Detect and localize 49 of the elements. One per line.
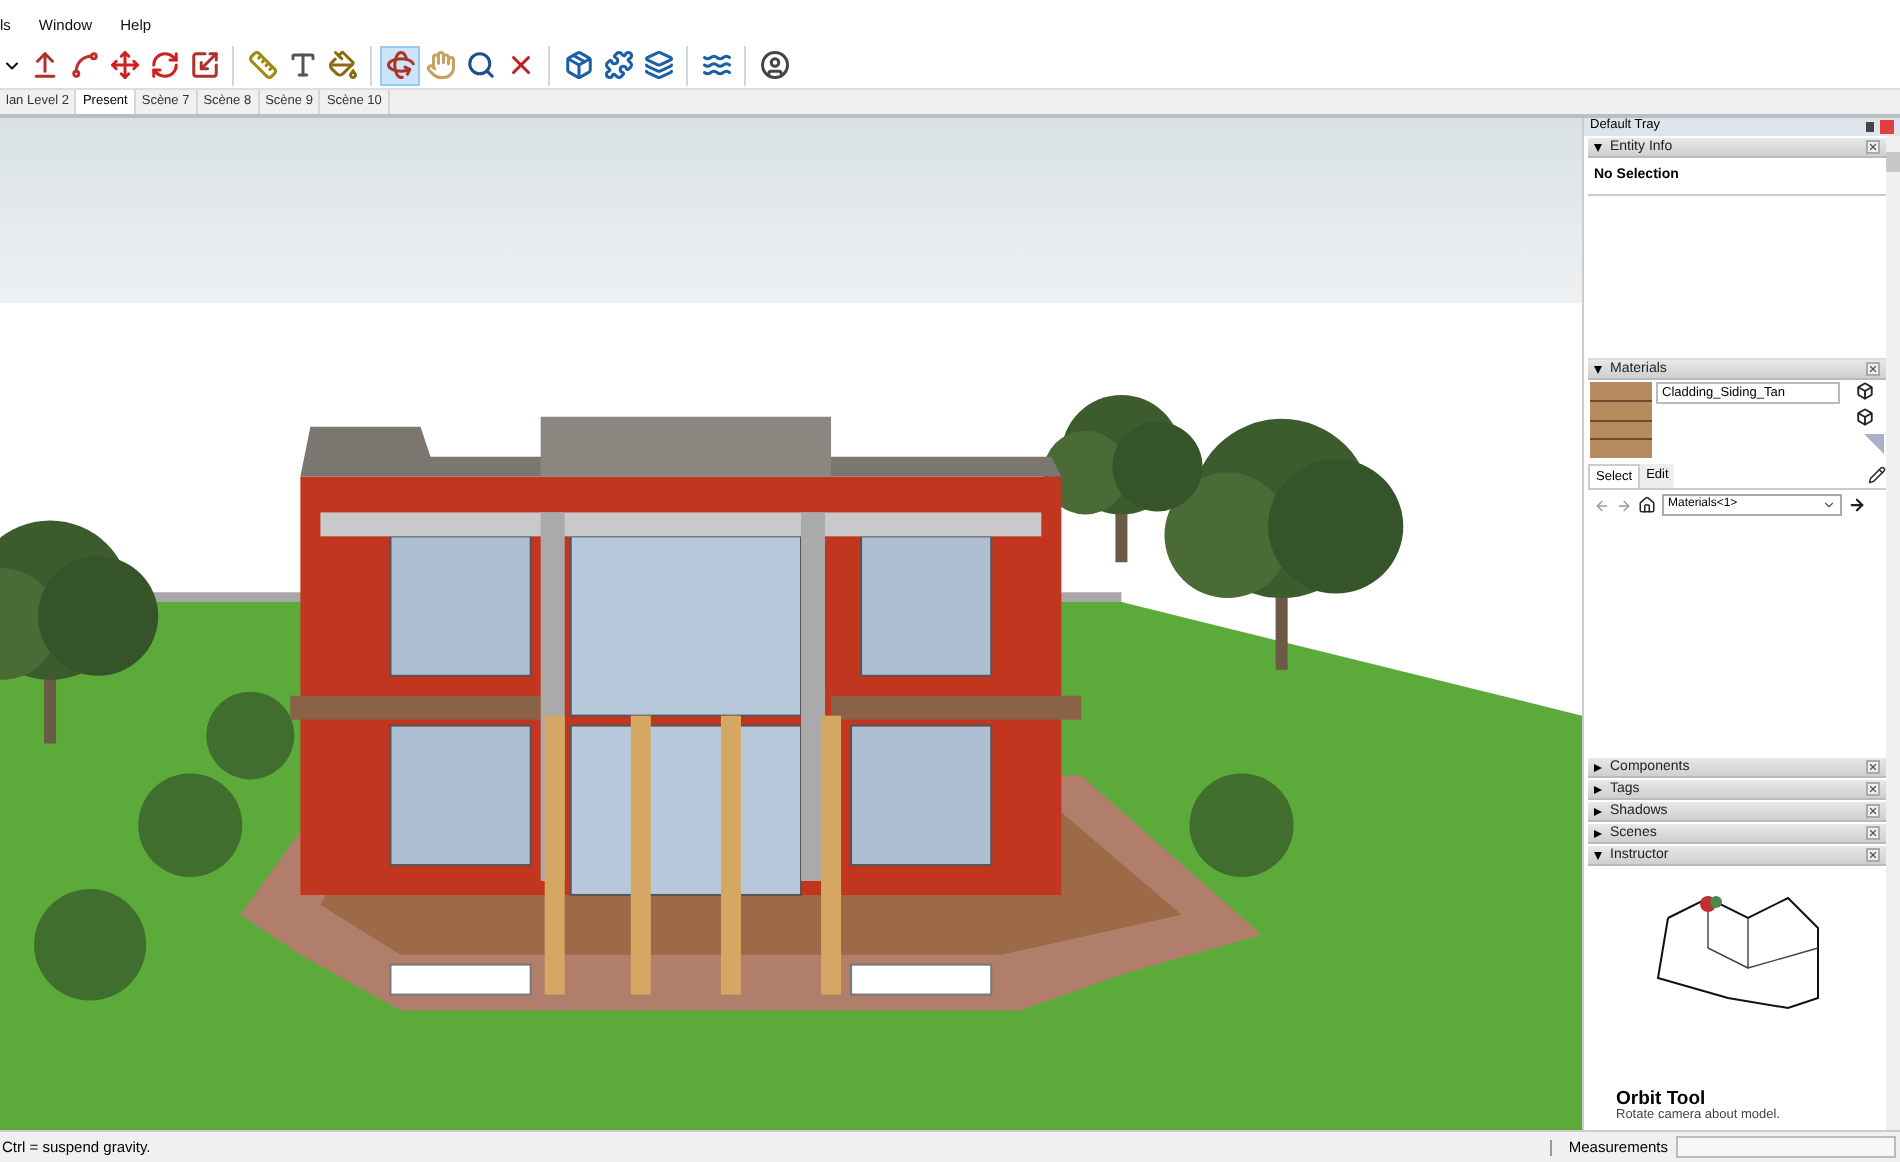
text-icon (287, 50, 317, 80)
close-icon (1868, 142, 1878, 152)
expanded-arrow-icon (1594, 365, 1602, 373)
collapsed-arrow-icon (1594, 763, 1602, 771)
package-icon (563, 50, 593, 80)
measurements-field[interactable] (1676, 1136, 1896, 1158)
push-pull-icon (29, 50, 59, 80)
close-icon (1868, 806, 1878, 816)
waves-icon (701, 50, 731, 80)
collapsed-arrow-icon (1594, 807, 1602, 815)
tool-title: Orbit Tool (1616, 1090, 1706, 1109)
scale-icon (189, 50, 219, 80)
close-button[interactable] (1866, 760, 1880, 774)
layers-icon (643, 50, 673, 80)
house-scene-drawing[interactable] (0, 118, 1582, 1130)
collapsed-arrow-icon (1594, 829, 1602, 837)
collapsed-arrow-icon (1594, 785, 1602, 793)
close-button[interactable] (1866, 362, 1880, 376)
back-icon[interactable] (1594, 497, 1610, 513)
paint-bucket-icon (327, 50, 357, 80)
scrollbar[interactable] (1886, 136, 1900, 1130)
expanded-arrow-icon (1594, 851, 1602, 859)
move-icon (109, 50, 139, 80)
close-icon (1868, 784, 1878, 794)
close-icon (1868, 828, 1878, 838)
curve-icon (69, 50, 99, 80)
zoom-icon (465, 50, 495, 80)
material-swatch (1590, 382, 1652, 458)
cube-icon[interactable] (1855, 382, 1873, 400)
close-button[interactable] (1866, 804, 1880, 818)
caret-icon (1822, 498, 1836, 512)
orbit-icon (385, 50, 415, 80)
close-button[interactable] (1866, 826, 1880, 840)
ruler-icon (247, 50, 277, 80)
cube-icon[interactable] (1855, 408, 1873, 426)
puzzle-icon (603, 50, 633, 80)
close-button[interactable] (1866, 140, 1880, 154)
user-icon (759, 50, 789, 80)
home-icon[interactable] (1638, 496, 1656, 514)
forward-icon[interactable] (1616, 497, 1632, 513)
toolbar-button[interactable] (380, 45, 420, 85)
close-button[interactable] (1866, 848, 1880, 862)
close-icon (1868, 762, 1878, 772)
expanded-arrow-icon (1594, 143, 1602, 151)
close-button[interactable] (1866, 782, 1880, 796)
rotate-icon (149, 50, 179, 80)
close-icon (1868, 850, 1878, 860)
close-icon (1868, 364, 1878, 374)
hand-icon (425, 50, 455, 80)
